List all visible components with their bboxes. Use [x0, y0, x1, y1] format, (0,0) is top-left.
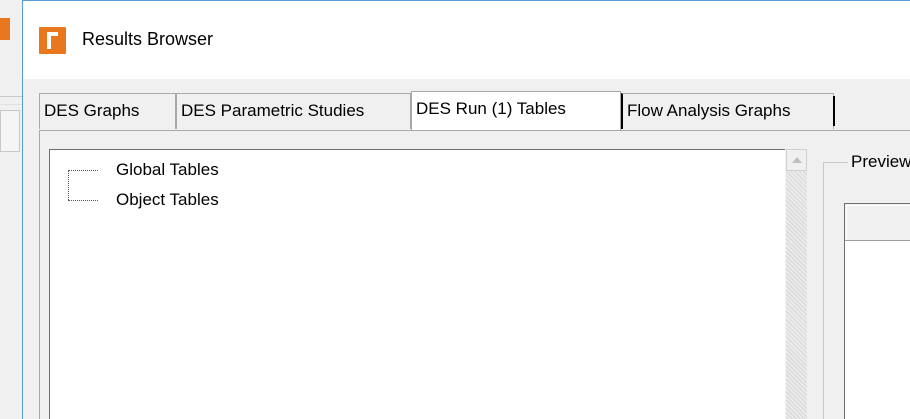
tab-label: Flow Analysis Graphs	[627, 101, 791, 120]
tree-connector	[68, 200, 98, 201]
tab-flow-analysis-graphs[interactable]: Flow Analysis Graphs	[621, 93, 835, 129]
window-title: Results Browser	[82, 29, 214, 49]
preview-header-highlight	[846, 205, 910, 241]
app-logo-icon	[39, 27, 66, 54]
title-bar[interactable]: Results Browser	[23, 1, 910, 79]
tab-separator	[831, 96, 835, 126]
background-divider	[0, 96, 24, 97]
tree-vertical-scrollbar[interactable]	[785, 149, 807, 419]
background-panel	[0, 110, 20, 152]
tree-item-label: Global Tables	[116, 160, 219, 179]
tables-tree-view[interactable]: Global Tables Object Tables	[49, 149, 785, 419]
scroll-up-button[interactable]	[786, 149, 807, 171]
preview-table-area[interactable]	[844, 241, 910, 419]
screen: Results Browser DES Graphs DES Parametri…	[0, 0, 910, 419]
preview-label: Preview	[848, 152, 910, 172]
tab-label: DES Parametric Studies	[181, 101, 365, 120]
tree-item-object-tables[interactable]: Object Tables	[116, 190, 219, 210]
tree-connector	[68, 170, 69, 200]
results-browser-window: Results Browser DES Graphs DES Parametri…	[22, 0, 910, 419]
tab-des-parametric-studies[interactable]: DES Parametric Studies	[176, 93, 411, 129]
tree-item-label: Object Tables	[116, 190, 219, 209]
preview-column-header[interactable]	[844, 203, 910, 241]
tab-label: DES Graphs	[44, 101, 140, 120]
app-logo-glyph-arm	[47, 32, 58, 36]
scroll-up-arrow-icon	[792, 157, 802, 163]
tree-item-global-tables[interactable]: Global Tables	[116, 160, 219, 180]
background-divider	[0, 104, 24, 105]
tab-des-graphs[interactable]: DES Graphs	[39, 93, 176, 129]
tree-connector	[68, 170, 98, 171]
background-app-icon	[0, 18, 10, 40]
tab-des-run-tables[interactable]: DES Run (1) Tables	[411, 91, 621, 130]
tab-page-des-run-tables: Global Tables Object Tables Preview	[39, 130, 910, 419]
tab-label: DES Run (1) Tables	[416, 99, 566, 118]
